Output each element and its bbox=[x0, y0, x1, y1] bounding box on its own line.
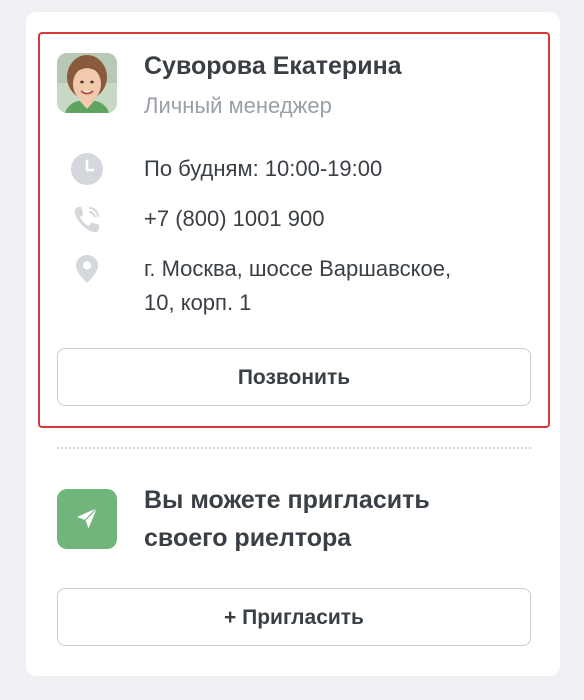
office-address: г. Москва, шоссе Варшавское, 10, корп. 1 bbox=[144, 252, 451, 320]
invite-button[interactable]: + Пригласить bbox=[57, 588, 531, 646]
section-divider bbox=[57, 447, 531, 449]
working-hours: По будням: 10:00-19:00 bbox=[144, 156, 383, 181]
page: Суворова Екатерина Личный менеджер По бу… bbox=[0, 0, 584, 700]
invite-line-2: своего риелтора bbox=[144, 524, 352, 552]
paper-plane-icon bbox=[57, 489, 117, 549]
phone-number[interactable]: +7 (800) 1001 900 bbox=[144, 202, 324, 236]
manager-role: Личный менеджер bbox=[144, 93, 332, 118]
clock-icon bbox=[70, 152, 104, 186]
manager-name: Суворова Екатерина bbox=[144, 52, 402, 80]
call-button[interactable]: Позвонить bbox=[57, 348, 531, 406]
location-pin-icon bbox=[70, 252, 104, 286]
address-line-1: г. Москва, шоссе Варшавское, bbox=[144, 256, 452, 281]
invite-line-1: Вы можете пригласить bbox=[144, 486, 430, 514]
invite-realtor-title: Вы можете пригласить своего риелтора bbox=[144, 481, 524, 557]
address-line-2: 10, корп. 1 bbox=[144, 290, 252, 315]
manager-avatar bbox=[57, 53, 117, 113]
phone-icon bbox=[70, 202, 104, 236]
